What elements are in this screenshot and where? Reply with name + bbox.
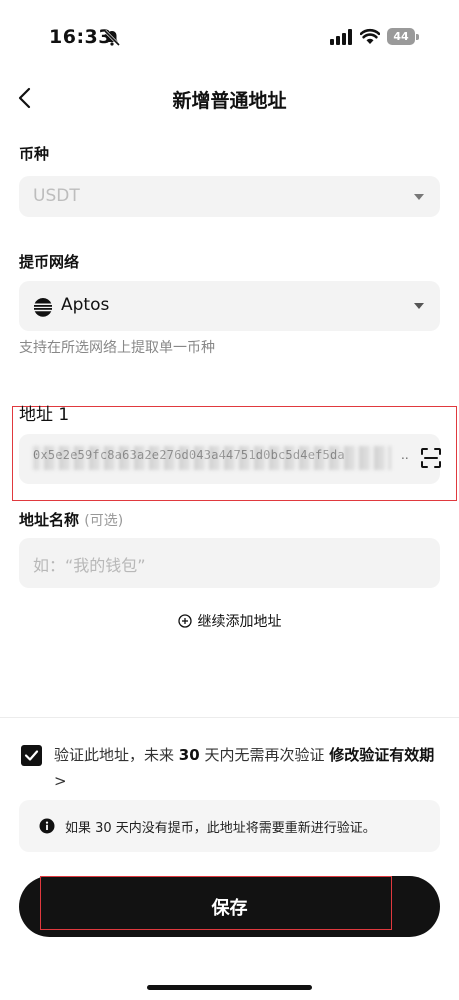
cellular-signal-icon xyxy=(330,29,352,45)
verify-text-before: 验证此地址，未来 xyxy=(54,746,175,764)
verify-checkbox[interactable] xyxy=(21,745,42,766)
add-address-label: 继续添加地址 xyxy=(197,614,282,630)
aptos-logo-icon xyxy=(34,298,52,317)
scan-icon[interactable] xyxy=(420,447,442,469)
verify-days: 30 xyxy=(178,746,200,764)
info-card: 如果 30 天内没有提币，此地址将需要重新进行验证。 xyxy=(19,800,440,852)
chevron-down-icon xyxy=(414,303,424,309)
network-select[interactable]: Aptos xyxy=(19,281,440,331)
currency-label: 币种 xyxy=(19,145,50,163)
wifi-icon xyxy=(360,28,380,44)
info-text: 如果 30 天内没有提币，此地址将需要重新进行验证。 xyxy=(65,821,376,836)
network-hint: 支持在所选网络上提取单一币种 xyxy=(19,340,215,356)
currency-value: USDT xyxy=(33,186,80,206)
modify-validity-link[interactable]: 修改验证有效期 xyxy=(329,746,434,764)
address-redaction xyxy=(33,446,391,470)
chevron-down-icon xyxy=(414,194,424,200)
battery-tip xyxy=(416,34,419,40)
highlight-box xyxy=(40,876,392,930)
home-indicator xyxy=(147,985,312,990)
address-input[interactable]: 0x5e2e59fc8a63a2e276d043a44751d0bc5d4ef5… xyxy=(19,434,442,484)
address-name-input[interactable]: 如：“我的钱包” xyxy=(19,538,440,588)
bell-slash-icon xyxy=(103,29,121,47)
battery-level: 44 xyxy=(387,28,415,45)
optional-tag: (可选) xyxy=(84,513,124,529)
address-name-label: 地址名称 (可选) xyxy=(19,509,123,530)
address-label: 地址 1 xyxy=(19,405,70,425)
status-bar: 16:33 44 xyxy=(0,0,459,70)
plus-circle-icon xyxy=(177,614,192,628)
address-name-label-text: 地址名称 xyxy=(19,511,80,529)
currency-select[interactable]: USDT xyxy=(19,176,440,217)
page-title: 新增普通地址 xyxy=(172,90,287,112)
network-value: Aptos xyxy=(61,295,110,315)
battery-indicator: 44 xyxy=(387,28,419,45)
chevron-right-icon: > xyxy=(54,772,67,790)
verify-text: 验证此地址，未来 30 天内无需再次验证 修改验证有效期 > xyxy=(54,742,446,794)
network-label: 提币网络 xyxy=(19,253,80,271)
info-icon xyxy=(39,818,55,834)
verify-text-after: 天内无需再次验证 xyxy=(204,746,325,764)
divider xyxy=(0,717,459,718)
address-ellipsis: .. xyxy=(401,448,409,462)
checkmark-icon xyxy=(24,750,39,761)
add-address-button[interactable]: 继续添加地址 xyxy=(0,611,459,631)
address-name-placeholder: 如：“我的钱包” xyxy=(33,556,146,575)
